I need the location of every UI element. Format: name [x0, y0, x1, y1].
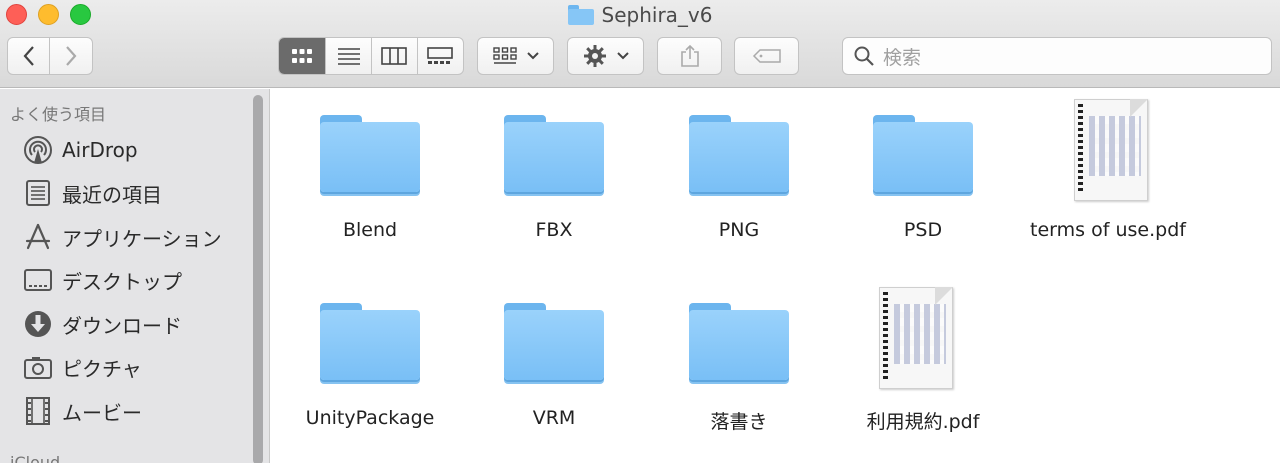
movies-icon [22, 395, 54, 427]
group-by-button[interactable] [477, 37, 554, 75]
sidebar-item-label: 最近の項目 [62, 182, 162, 207]
search-icon [854, 46, 874, 66]
history-nav [7, 37, 93, 75]
sidebar-item-label: AirDrop [62, 138, 138, 162]
chevron-right-icon [66, 46, 77, 66]
airdrop-icon [22, 134, 54, 166]
sidebar-item-label: ダウンロード [62, 313, 182, 338]
gear-icon [583, 45, 606, 67]
search-field[interactable]: 検索 [842, 37, 1272, 75]
sidebar-item-downloads[interactable]: ダウンロード [22, 306, 182, 342]
list-view-icon [337, 48, 360, 65]
applications-icon [22, 221, 54, 253]
icon-view-icon [292, 49, 313, 63]
file-item-folder[interactable]: PNG [649, 89, 829, 259]
file-item-pdf[interactable]: 利用規約.pdf [833, 277, 1013, 447]
action-menu-button[interactable] [567, 37, 644, 75]
sidebar-item-movies[interactable]: ムービー [22, 393, 142, 429]
sidebar-item-label: ピクチャ [62, 356, 142, 381]
back-button[interactable] [8, 38, 51, 74]
pictures-icon [22, 351, 54, 383]
sidebar: よく使う項目 AirDrop 最近の項目 アプリケーション デスクトップ ダウン… [0, 89, 270, 463]
group-by-icon [492, 47, 517, 64]
sidebar-item-applications[interactable]: アプリケーション [22, 219, 222, 255]
sidebar-item-recents[interactable]: 最近の項目 [22, 175, 162, 211]
column-view-button[interactable] [372, 38, 418, 74]
sidebar-section-favorites: よく使う項目 [10, 105, 107, 124]
icon-view-button[interactable] [279, 38, 327, 74]
file-name: terms of use.pdf [1030, 219, 1186, 241]
recents-icon [22, 177, 54, 209]
gallery-view-icon [427, 47, 454, 64]
list-view-button[interactable] [326, 38, 372, 74]
folder-icon [689, 301, 789, 381]
window-toolbar: Sephira_v6 検索 [0, 0, 1280, 88]
pdf-document-icon [1074, 99, 1148, 201]
file-item-folder[interactable]: 落書き [649, 277, 829, 447]
share-button[interactable] [657, 37, 722, 75]
sidebar-item-label: デスクトップ [62, 269, 182, 294]
desktop-icon [22, 264, 54, 296]
window-title: Sephira_v6 [0, 2, 1280, 28]
chevron-down-icon [616, 52, 629, 60]
sidebar-item-label: ムービー [62, 400, 142, 425]
pdf-document-icon [879, 287, 953, 389]
folder-icon [689, 113, 789, 193]
sidebar-item-airdrop[interactable]: AirDrop [22, 132, 138, 168]
folder-icon [320, 113, 420, 193]
folder-icon [873, 113, 973, 193]
file-item-pdf[interactable]: terms of use.pdf [1018, 89, 1198, 259]
search-placeholder: 検索 [883, 46, 922, 69]
file-item-folder[interactable]: UnityPackage [280, 277, 460, 447]
file-item-folder[interactable]: PSD [833, 89, 1013, 259]
folder-icon [567, 5, 594, 25]
tag-icon [752, 49, 781, 63]
downloads-icon [22, 308, 54, 340]
folder-icon [320, 301, 420, 381]
sidebar-item-pictures[interactable]: ピクチャ [22, 349, 142, 385]
share-icon [680, 44, 699, 67]
file-browser: Blend FBX PNG PSD terms of use.pdf Unity… [271, 89, 1280, 463]
forward-button[interactable] [50, 38, 92, 74]
sidebar-item-desktop[interactable]: デスクトップ [22, 262, 182, 298]
window-title-text: Sephira_v6 [601, 3, 713, 27]
column-view-icon [381, 47, 408, 65]
chevron-down-icon [526, 52, 539, 60]
tags-button[interactable] [734, 37, 799, 75]
sidebar-item-label: アプリケーション [62, 226, 222, 251]
gallery-view-button[interactable] [418, 38, 463, 74]
folder-icon [504, 113, 604, 193]
file-name: 利用規約.pdf [866, 411, 980, 433]
file-item-folder[interactable]: FBX [464, 89, 644, 259]
folder-icon [504, 301, 604, 381]
sidebar-section-icloud: iCloud [10, 453, 61, 463]
file-item-folder[interactable]: VRM [464, 277, 644, 447]
file-item-folder[interactable]: Blend [280, 89, 460, 259]
chevron-left-icon [23, 46, 34, 66]
view-mode-selector [278, 37, 464, 75]
